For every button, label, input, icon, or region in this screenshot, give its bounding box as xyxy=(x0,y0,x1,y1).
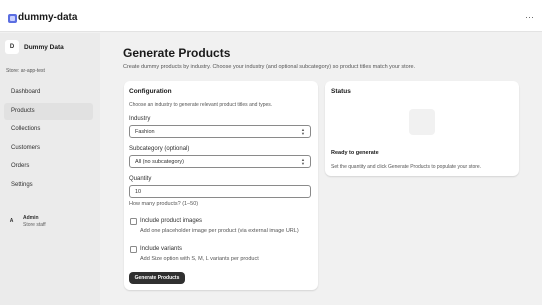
industry-label: Industry xyxy=(129,116,151,122)
status-image-placeholder xyxy=(409,109,435,135)
user-role: Store staff xyxy=(23,222,46,228)
sidebar: D Dummy Data Store: ar-app-test Dashboar… xyxy=(0,33,100,305)
include-images-help: Add one placeholder image per product (v… xyxy=(140,228,299,234)
app-title: dummy-data xyxy=(18,12,78,23)
app-icon xyxy=(8,14,17,23)
store-name[interactable]: Dummy Data xyxy=(24,44,64,51)
sidebar-item-products[interactable]: Products xyxy=(4,102,93,120)
industry-select[interactable]: Fashion ▲ ▼ xyxy=(129,125,311,138)
status-text: Set the quantity and click Generate Prod… xyxy=(331,164,482,170)
include-variants-label[interactable]: Include variants xyxy=(140,246,182,252)
subcategory-value: All (no subcategory) xyxy=(135,159,184,165)
sidebar-item-collections[interactable]: Collections xyxy=(4,121,93,138)
configuration-title: Configuration xyxy=(129,88,172,95)
page-title: Generate Products xyxy=(123,46,231,60)
include-images-checkbox[interactable] xyxy=(130,218,137,225)
quantity-help: How many products? (1–50) xyxy=(129,201,199,207)
quantity-label: Quantity xyxy=(129,176,152,182)
store-avatar[interactable]: D xyxy=(5,40,19,54)
sidebar-nav: Dashboard Products Collections Customers… xyxy=(4,84,93,195)
sidebar-item-orders[interactable]: Orders xyxy=(4,158,93,175)
user-name[interactable]: Admin xyxy=(23,215,39,221)
configuration-hint: Choose an industry to generate relevant … xyxy=(129,102,273,108)
quantity-value: 10 xyxy=(135,189,142,195)
include-variants-checkbox[interactable] xyxy=(130,246,137,253)
sidebar-item-dashboard[interactable]: Dashboard xyxy=(4,84,93,101)
status-heading: Ready to generate xyxy=(331,150,379,156)
chevron-up-down-icon: ▲ ▼ xyxy=(301,127,305,136)
include-variants-help: Add Size option with S, M, L variants pe… xyxy=(140,256,259,262)
sidebar-item-settings[interactable]: Settings xyxy=(4,177,93,194)
subcategory-select[interactable]: All (no subcategory) ▲ ▼ xyxy=(129,155,311,168)
top-bar: dummy-data ··· xyxy=(0,0,542,32)
configuration-card: Configuration Choose an industry to gene… xyxy=(124,81,318,290)
status-title: Status xyxy=(331,88,351,95)
quantity-input[interactable]: 10 xyxy=(129,185,311,198)
user-avatar[interactable]: A xyxy=(6,216,17,227)
more-actions-icon[interactable]: ··· xyxy=(525,12,534,22)
store-id: Store: ar-app-test xyxy=(6,68,45,74)
include-images-label[interactable]: Include product images xyxy=(140,218,202,224)
chevron-up-down-icon: ▲ ▼ xyxy=(301,157,305,166)
page-subtitle: Create dummy products by industry. Choos… xyxy=(123,64,416,70)
industry-value: Fashion xyxy=(135,129,155,135)
subcategory-label: Subcategory (optional) xyxy=(129,146,190,152)
sidebar-item-customers[interactable]: Customers xyxy=(4,140,93,157)
generate-products-button[interactable]: Generate Products xyxy=(129,272,185,284)
status-card: Status Ready to generate Set the quantit… xyxy=(325,81,519,176)
